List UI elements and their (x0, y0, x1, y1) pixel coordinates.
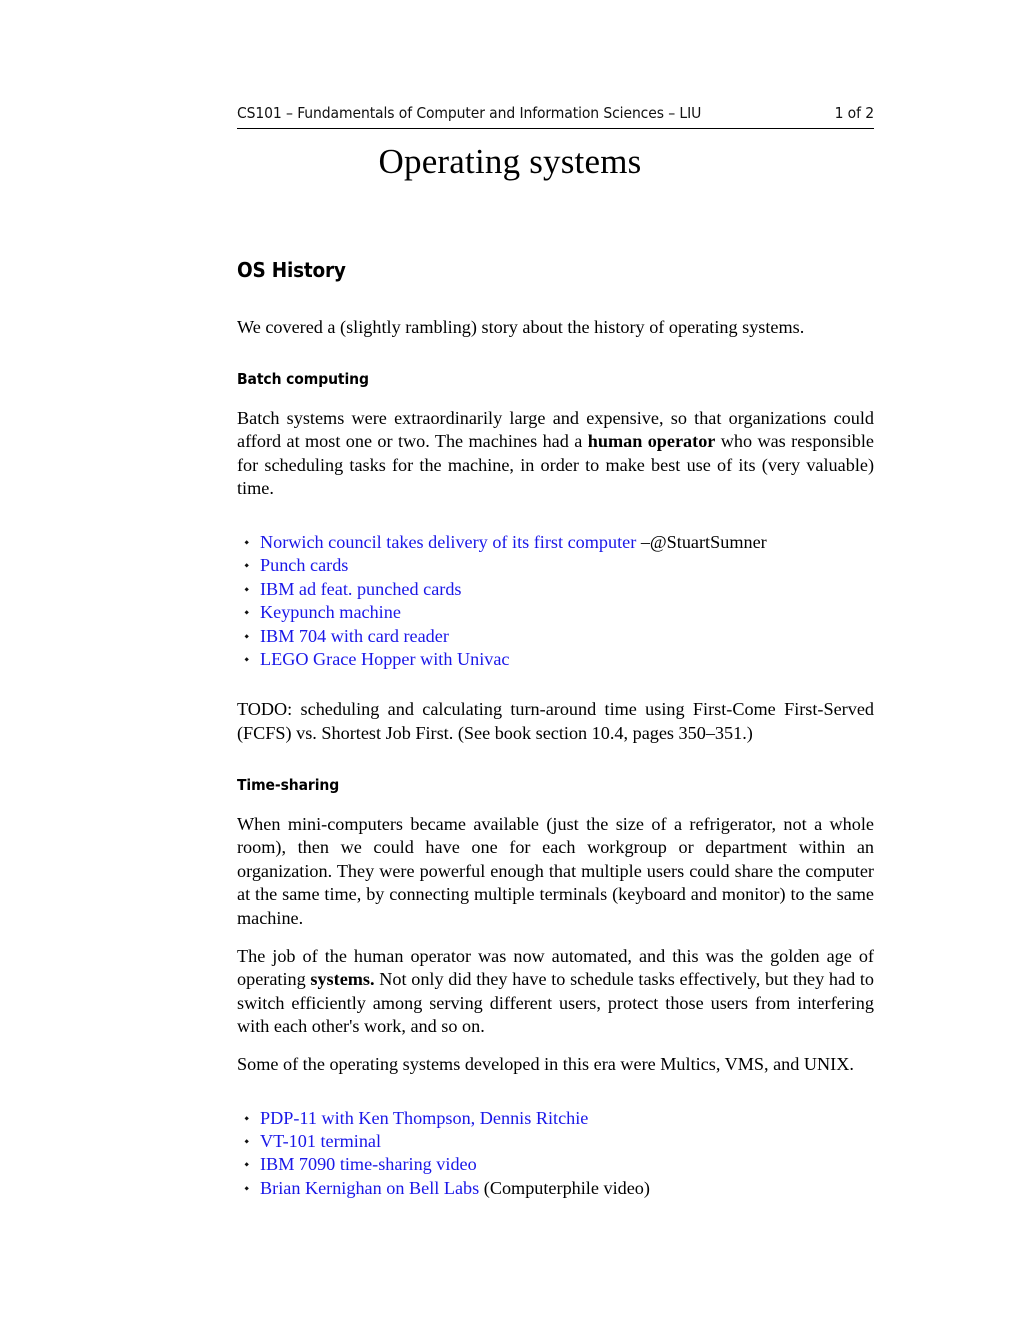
link-suffix-computerphile: (Computerphile video) (479, 1177, 650, 1198)
list-item[interactable]: Keypunch machine (237, 601, 874, 624)
link-ibm-704-card-reader[interactable]: IBM 704 with card reader (260, 626, 449, 646)
list-item[interactable]: Punch cards (237, 554, 874, 577)
timesharing-paragraph-2: The job of the human operator was now au… (237, 945, 874, 1039)
list-item[interactable]: VT-101 terminal (237, 1130, 874, 1153)
link-ibm-7090-timesharing-video[interactable]: IBM 7090 time-sharing video (260, 1154, 477, 1174)
section-heading-os-history: OS History (237, 258, 346, 282)
timesharing-paragraph-3: Some of the operating systems developed … (237, 1053, 854, 1074)
link-lego-grace-hopper-univac[interactable]: LEGO Grace Hopper with Univac (260, 649, 509, 669)
timesharing-paragraph-1: When mini-computers became available (ju… (237, 813, 874, 928)
list-item[interactable]: IBM ad feat. punched cards (237, 578, 874, 601)
link-norwich-council[interactable]: Norwich council takes delivery of its fi… (260, 532, 636, 552)
document-page: CS101 – Fundamentals of Computer and Inf… (0, 0, 1020, 1320)
running-header: CS101 – Fundamentals of Computer and Inf… (237, 104, 874, 129)
document-body: OS History We covered a (slightly rambli… (237, 258, 874, 1200)
intro-paragraph: We covered a (slightly rambling) story a… (237, 317, 805, 337)
link-keypunch-machine[interactable]: Keypunch machine (260, 602, 401, 622)
batch-links-list: Norwich council takes delivery of its fi… (237, 531, 874, 671)
course-title: CS101 – Fundamentals of Computer and Inf… (237, 104, 702, 122)
list-item[interactable]: PDP-11 with Ken Thompson, Dennis Ritchie (237, 1107, 874, 1130)
list-item[interactable]: Brian Kernighan on Bell Labs (Computerph… (237, 1177, 874, 1200)
page-number: 1 of 2 (834, 104, 875, 122)
batch-paragraph: Batch systems were extraordinarily large… (237, 407, 874, 501)
link-pdp-11-thompson-ritchie[interactable]: PDP-11 with Ken Thompson, Dennis Ritchie (260, 1108, 588, 1128)
list-item[interactable]: Norwich council takes delivery of its fi… (237, 531, 874, 554)
timesharing-paragraph-2-bold: systems. (310, 969, 375, 990)
subheading-time-sharing: Time-sharing (237, 775, 340, 794)
link-brian-kernighan-bell-labs[interactable]: Brian Kernighan on Bell Labs (260, 1178, 479, 1198)
subheading-batch-computing: Batch computing (237, 369, 369, 388)
list-item[interactable]: LEGO Grace Hopper with Univac (237, 648, 874, 671)
link-vt-101-terminal[interactable]: VT-101 terminal (260, 1131, 381, 1151)
timesharing-links-list: PDP-11 with Ken Thompson, Dennis Ritchie… (237, 1107, 874, 1201)
page-title: Operating systems (378, 142, 642, 181)
link-punch-cards[interactable]: Punch cards (260, 555, 348, 575)
link-ibm-ad-punched-cards[interactable]: IBM ad feat. punched cards (260, 579, 462, 599)
list-item[interactable]: IBM 7090 time-sharing video (237, 1153, 874, 1176)
link-suffix-stuartsumner: –@StuartSumner (636, 531, 767, 552)
batch-paragraph-bold: human operator (587, 431, 716, 452)
list-item[interactable]: IBM 704 with card reader (237, 625, 874, 648)
todo-paragraph: TODO: scheduling and calculating turn-ar… (237, 699, 874, 743)
